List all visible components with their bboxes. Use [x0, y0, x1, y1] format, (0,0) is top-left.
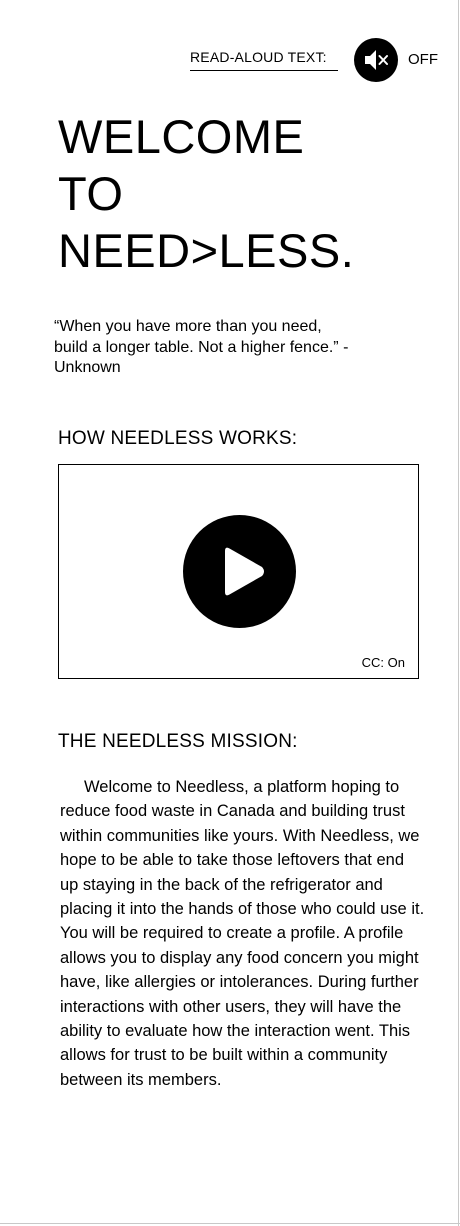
page-border-bottom: [0, 1223, 460, 1224]
how-it-works-heading: HOW NEEDLESS WORKS:: [58, 428, 298, 449]
captions-toggle[interactable]: CC: On: [362, 655, 405, 670]
play-icon: [225, 547, 264, 596]
mission-text: Welcome to Needless, a platform hoping t…: [60, 778, 425, 1089]
mission-heading: THE NEEDLESS MISSION:: [58, 731, 298, 752]
quote: “When you have more than you need, build…: [54, 318, 349, 376]
page-border-right: [458, 0, 459, 1226]
video-player[interactable]: CC: On: [58, 464, 419, 679]
welcome-line: WELCOME: [58, 110, 305, 163]
speaker-muted-icon: [365, 50, 388, 70]
read-aloud-label: READ-ALOUD TEXT:: [190, 49, 338, 71]
play-button[interactable]: [183, 515, 296, 628]
welcome-title: WELCOME TO NEED>LESS.: [58, 108, 354, 279]
read-aloud-state: OFF: [408, 51, 438, 68]
welcome-line: NEED>LESS.: [58, 224, 355, 277]
welcome-line: TO: [58, 167, 124, 220]
read-aloud-toggle-button[interactable]: [354, 38, 398, 82]
